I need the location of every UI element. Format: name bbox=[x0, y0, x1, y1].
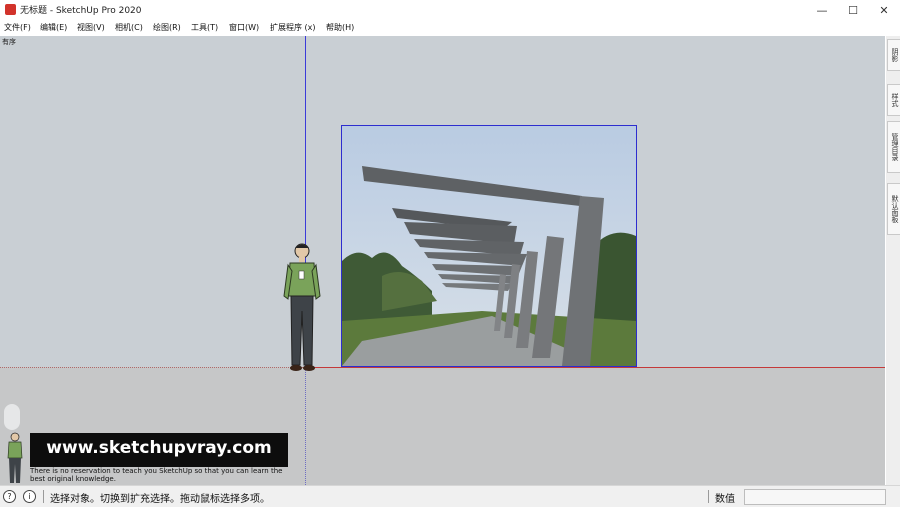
tray-tab-manage-catalog[interactable]: 管理目录 bbox=[887, 121, 900, 173]
minimize-button[interactable]: — bbox=[807, 0, 837, 20]
tray-tab-default-panel[interactable]: 默认面板 bbox=[887, 183, 900, 235]
menu-extensions[interactable]: 扩展程序 (x) bbox=[270, 22, 316, 33]
menu-help[interactable]: 帮助(H) bbox=[326, 22, 354, 33]
tray-tab-styles[interactable]: 样式 bbox=[887, 84, 900, 116]
measurements-label: 数值 bbox=[715, 494, 735, 505]
navigation-widget[interactable] bbox=[4, 404, 20, 430]
red-axis-line bbox=[306, 367, 885, 368]
menu-tools[interactable]: 工具(T) bbox=[191, 22, 218, 33]
measurements-separator bbox=[708, 490, 709, 503]
blue-axis-hidden-line bbox=[305, 367, 306, 485]
watermark-banner: www.sketchupvray.com bbox=[30, 433, 288, 467]
menu-edit[interactable]: 编辑(E) bbox=[40, 22, 67, 33]
info-icon[interactable]: i bbox=[23, 490, 36, 503]
red-axis-hidden-line bbox=[0, 367, 305, 368]
watermark-url: www.sketchupvray.com bbox=[46, 438, 272, 458]
menu-draw[interactable]: 绘图(R) bbox=[153, 22, 181, 33]
default-tray: 阴影 样式 管理目录 默认面板 bbox=[886, 36, 900, 485]
menu-camera[interactable]: 相机(C) bbox=[115, 22, 143, 33]
scene-tab-label[interactable]: 有序 bbox=[2, 37, 16, 47]
geo-location-icon[interactable]: ? bbox=[3, 490, 16, 503]
close-button[interactable]: ✕ bbox=[869, 0, 899, 20]
tray-tab-shadows[interactable]: 阴影 bbox=[887, 39, 900, 71]
model-viewport[interactable]: 有序 www.sketchupvray.com There is no rese… bbox=[0, 36, 885, 485]
menu-view[interactable]: 视图(V) bbox=[77, 22, 105, 33]
status-message: 选择对象。切换到扩充选择。拖动鼠标选择多项。 bbox=[50, 494, 270, 505]
measurements-input[interactable] bbox=[744, 489, 886, 505]
maximize-icon: ☐ bbox=[848, 3, 858, 17]
pergola-photo-graphic bbox=[342, 126, 636, 366]
watermark-subtitle: There is no reservation to teach you Ske… bbox=[30, 467, 283, 483]
title-bar: 无标题 - SketchUp Pro 2020 — ☐ ✕ bbox=[0, 0, 900, 20]
status-separator bbox=[43, 490, 44, 503]
sketchup-logo-icon bbox=[5, 4, 16, 15]
pergola-image-entity[interactable] bbox=[341, 125, 637, 367]
window-title: 无标题 - SketchUp Pro 2020 bbox=[20, 6, 142, 16]
scale-figure-person[interactable] bbox=[282, 241, 322, 373]
menu-window[interactable]: 窗口(W) bbox=[229, 22, 259, 33]
menu-file[interactable]: 文件(F) bbox=[4, 22, 31, 33]
small-person-figure bbox=[7, 432, 23, 483]
close-icon: ✕ bbox=[879, 3, 889, 17]
status-bar: ? i 选择对象。切换到扩充选择。拖动鼠标选择多项。 数值 bbox=[0, 485, 900, 507]
menu-bar: 文件(F) 编辑(E) 视图(V) 相机(C) 绘图(R) 工具(T) 窗口(W… bbox=[0, 20, 900, 35]
minimize-icon: — bbox=[816, 3, 828, 17]
maximize-button[interactable]: ☐ bbox=[838, 0, 868, 20]
